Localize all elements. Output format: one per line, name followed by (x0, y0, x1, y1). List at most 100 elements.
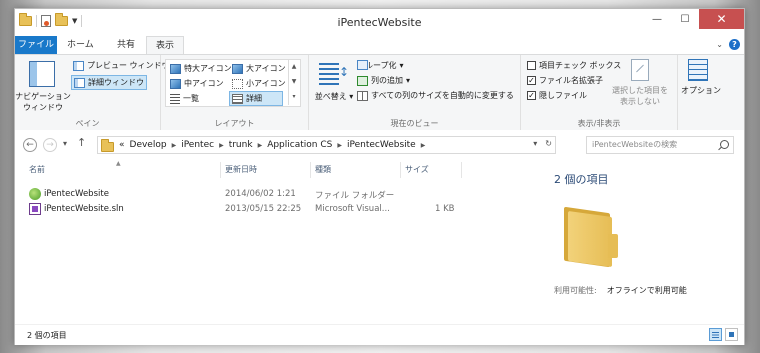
tab-share[interactable]: 共有 (109, 36, 143, 54)
recent-locations-chevron-icon[interactable]: ▾ (63, 139, 67, 148)
file-size: 1 KB (435, 204, 455, 214)
table-row[interactable]: iPentecWebsite.sln 2013/05/15 22:25 Micr… (15, 202, 526, 217)
details-view-icon (712, 332, 719, 338)
sort-icon[interactable] (319, 61, 349, 85)
search-box[interactable]: iPentecWebsiteの検索 (586, 136, 734, 154)
minimize-button[interactable]: — (643, 9, 671, 29)
address-bar[interactable]: « Develop ▶ iPentec ▶ trunk ▶ Applicatio… (97, 136, 556, 154)
visual-studio-solution-icon (29, 203, 41, 215)
layout-small-icons[interactable]: 小アイコン (232, 78, 286, 89)
ribbon-group-layout: 特大アイコン 大アイコン 中アイコン 小アイコン 一覧 詳細 ▲ ▼ ▾ レイア… (161, 55, 309, 131)
navigation-pane-button[interactable]: ナビゲーション ウィンドウ (15, 91, 71, 113)
search-icon[interactable] (720, 140, 729, 149)
address-history-chevron-icon[interactable]: ▾ (533, 139, 537, 148)
hidden-items-toggle[interactable]: ✓ 隠しファイル (527, 90, 587, 101)
breadcrumb-item[interactable]: Application CS (267, 140, 332, 150)
preview-pane-button[interactable]: プレビュー ウィンドウ (73, 60, 170, 71)
group-by-button[interactable]: グループ化 ▾ (357, 60, 404, 71)
item-checkboxes-toggle[interactable]: 項目チェック ボックス (527, 60, 621, 71)
chevron-down-icon: ▾ (406, 76, 411, 85)
layout-gallery-scroll[interactable]: ▲ ▼ ▾ (288, 59, 299, 105)
up-button[interactable]: ↑ (77, 136, 86, 149)
file-extensions-label: ファイル名拡張子 (539, 76, 603, 85)
large-icons-view-icon (729, 332, 734, 337)
column-divider[interactable] (400, 162, 401, 178)
breadcrumb-item[interactable]: iPentec (181, 140, 214, 150)
details-pane-icon (74, 77, 85, 88)
ribbon-group-show-hide: 項目チェック ボックス ✓ ファイル名拡張子 ✓ 隠しファイル 選択した項目を … (521, 55, 678, 131)
file-extensions-checkbox[interactable]: ✓ (527, 76, 536, 85)
layout-medium-icons[interactable]: 中アイコン (170, 78, 224, 89)
availability-info: 利用可能性: オフラインで利用可能 (554, 285, 687, 296)
availability-label: 利用可能性: (554, 286, 597, 295)
layout-list[interactable]: 一覧 (170, 93, 199, 104)
layout-extra-large-icons[interactable]: 特大アイコン (170, 63, 232, 74)
add-columns-icon (357, 75, 368, 86)
chevron-down-icon[interactable]: ⌄ (716, 40, 723, 49)
search-placeholder: iPentecWebsiteの検索 (592, 140, 678, 149)
column-header-modified[interactable]: 更新日時 (225, 164, 257, 175)
details-pane: 2 個の項目 利用可能性: オフラインで利用可能 (526, 160, 744, 324)
tab-home[interactable]: ホーム (59, 36, 102, 54)
details-view-button[interactable] (709, 328, 722, 341)
column-divider[interactable] (220, 162, 221, 178)
address-bar-actions: ▾ ↻ (533, 139, 552, 148)
availability-value: オフラインで利用可能 (606, 286, 687, 295)
file-list: ▲ 名前 更新日時 種類 サイズ iPentecWebsite 2014/06/… (15, 160, 526, 324)
table-row[interactable]: iPentecWebsite 2014/06/02 1:21 ファイル フォルダ… (15, 187, 526, 202)
layout-item-label: 大アイコン (246, 64, 286, 73)
breadcrumb-item[interactable]: Develop (130, 140, 167, 150)
item-checkboxes-checkbox[interactable] (527, 61, 536, 70)
tab-file[interactable]: ファイル (15, 36, 57, 54)
large-icons-view-button[interactable] (725, 328, 738, 341)
details-pane-label: 詳細ウィンドウ (88, 78, 144, 87)
window-title: iPentecWebsite (337, 16, 422, 29)
add-columns-button[interactable]: 列の追加 ▾ (357, 75, 410, 86)
view-toggle (709, 328, 738, 341)
details-pane-title: 2 個の項目 (554, 173, 609, 186)
navigation-pane-icon[interactable] (29, 61, 55, 87)
breadcrumb-item[interactable]: trunk (229, 140, 253, 150)
details-pane-button[interactable]: 詳細ウィンドウ (71, 75, 147, 90)
layout-large-icons[interactable]: 大アイコン (232, 63, 286, 74)
column-header-type[interactable]: 種類 (315, 164, 331, 175)
hide-selected-button[interactable]: 選択した項目を 表示しない (609, 85, 671, 107)
fit-columns-button[interactable]: すべての列のサイズを自動的に変更する (357, 90, 514, 101)
back-button[interactable]: ← (23, 138, 37, 152)
column-divider[interactable] (310, 162, 311, 178)
tab-view[interactable]: 表示 (146, 36, 184, 55)
breadcrumb-separator-icon[interactable]: ▶ (337, 142, 342, 149)
breadcrumb-separator-icon[interactable]: ▶ (172, 142, 177, 149)
sort-button[interactable]: 並べ替え ▾ (313, 91, 355, 102)
extra-large-icons-icon (170, 63, 181, 74)
breadcrumb-separator-icon[interactable]: ▶ (219, 142, 224, 149)
layout-details[interactable]: 詳細 (229, 91, 283, 106)
column-divider[interactable] (461, 162, 462, 178)
medium-icons-icon (170, 78, 181, 89)
file-modified: 2014/06/02 1:21 (225, 189, 296, 199)
breadcrumb-separator-icon[interactable]: ▶ (258, 142, 263, 149)
refresh-icon[interactable]: ↻ (545, 139, 552, 148)
layout-item-label: 中アイコン (184, 79, 224, 88)
options-icon[interactable] (688, 59, 708, 81)
maximize-button[interactable]: ☐ (671, 9, 699, 29)
ribbon-group-pane: ナビゲーション ウィンドウ プレビュー ウィンドウ 詳細ウィンドウ ペイン (15, 55, 170, 131)
breadcrumb-item[interactable]: iPentecWebsite (347, 140, 416, 150)
list-icon (170, 93, 180, 104)
ribbon-tabs: ファイル ホーム 共有 表示 ⌄ ? (15, 36, 744, 55)
preview-pane-icon (73, 60, 84, 71)
help-icon[interactable]: ? (729, 39, 740, 50)
close-button[interactable]: ✕ (699, 9, 744, 29)
preview-pane-label: プレビュー ウィンドウ (87, 61, 170, 70)
hidden-items-checkbox[interactable]: ✓ (527, 91, 536, 100)
title-bar: ▼ iPentecWebsite — ☐ ✕ (15, 9, 744, 36)
file-extensions-toggle[interactable]: ✓ ファイル名拡張子 (527, 75, 603, 86)
column-header-size[interactable]: サイズ (405, 164, 429, 175)
forward-button[interactable]: → (43, 138, 57, 152)
breadcrumb-separator-icon[interactable]: ▶ (421, 142, 426, 149)
small-icons-icon (232, 78, 243, 89)
explorer-window: ▼ iPentecWebsite — ☐ ✕ ファイル ホーム 共有 表示 ⌄ … (14, 8, 745, 345)
breadcrumb-overflow[interactable]: « (119, 140, 125, 150)
options-button[interactable]: オプション (678, 85, 724, 96)
column-header-name[interactable]: 名前 (29, 164, 45, 175)
